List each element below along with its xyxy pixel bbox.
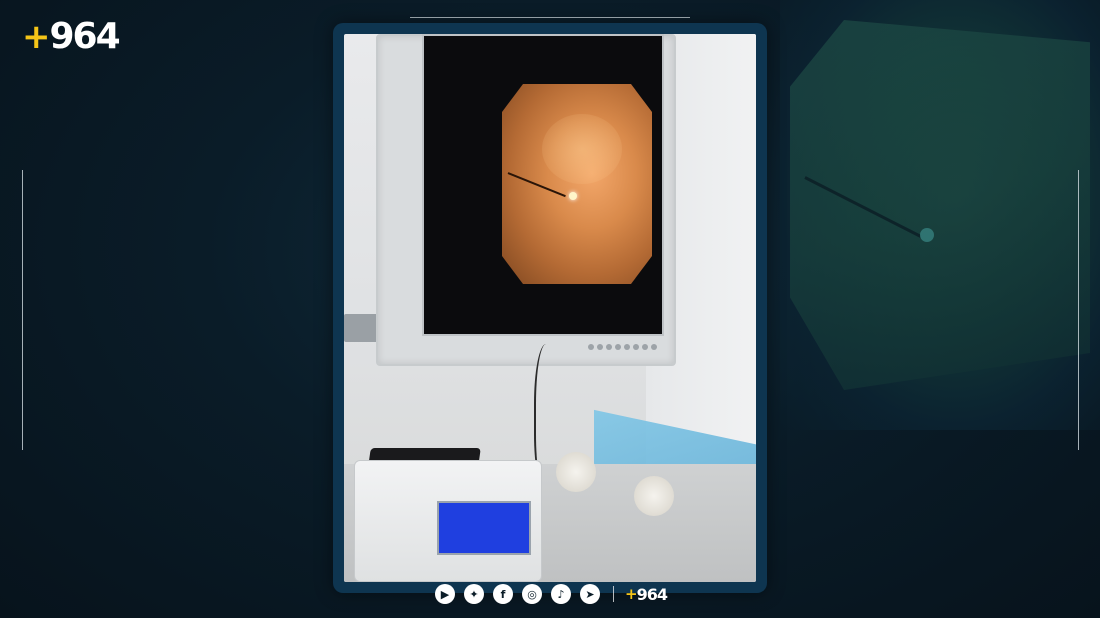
social-brand-number: 964 (636, 584, 668, 604)
right-divider-line (1078, 170, 1079, 450)
background-echo-light (920, 228, 934, 242)
logo-plus: + (22, 16, 50, 57)
social-brand-logo[interactable]: + 964 (625, 584, 668, 604)
endoscope-light (569, 192, 577, 200)
medical-device-unit (354, 460, 542, 582)
left-divider-line (22, 170, 23, 450)
specimen-cup (634, 476, 674, 516)
social-separator (613, 586, 614, 602)
specimen-cup (556, 452, 596, 492)
twitter-icon[interactable]: ✦ (464, 584, 484, 604)
telegram-icon[interactable]: ➤ (580, 584, 600, 604)
top-divider-line (410, 17, 690, 18)
tiktok-icon[interactable]: ♪ (551, 584, 571, 604)
endoscopy-room-photo (344, 34, 756, 582)
monitor-screen (422, 34, 664, 336)
background-endoscopy-echo (790, 20, 1090, 390)
brand-logo[interactable]: + 964 (22, 16, 121, 57)
photo-frame (333, 23, 767, 593)
youtube-icon[interactable]: ▶ (435, 584, 455, 604)
monitor-buttons (588, 344, 657, 350)
endoscopy-view (502, 84, 652, 284)
logo-number: 964 (49, 16, 121, 57)
medical-monitor (376, 34, 676, 366)
facebook-icon[interactable]: f (493, 584, 513, 604)
device-display (437, 501, 531, 555)
instagram-icon[interactable]: ◎ (522, 584, 542, 604)
social-brand-plus: + (625, 585, 638, 603)
social-bar: ▶ ✦ f ◎ ♪ ➤ + 964 (435, 583, 668, 605)
